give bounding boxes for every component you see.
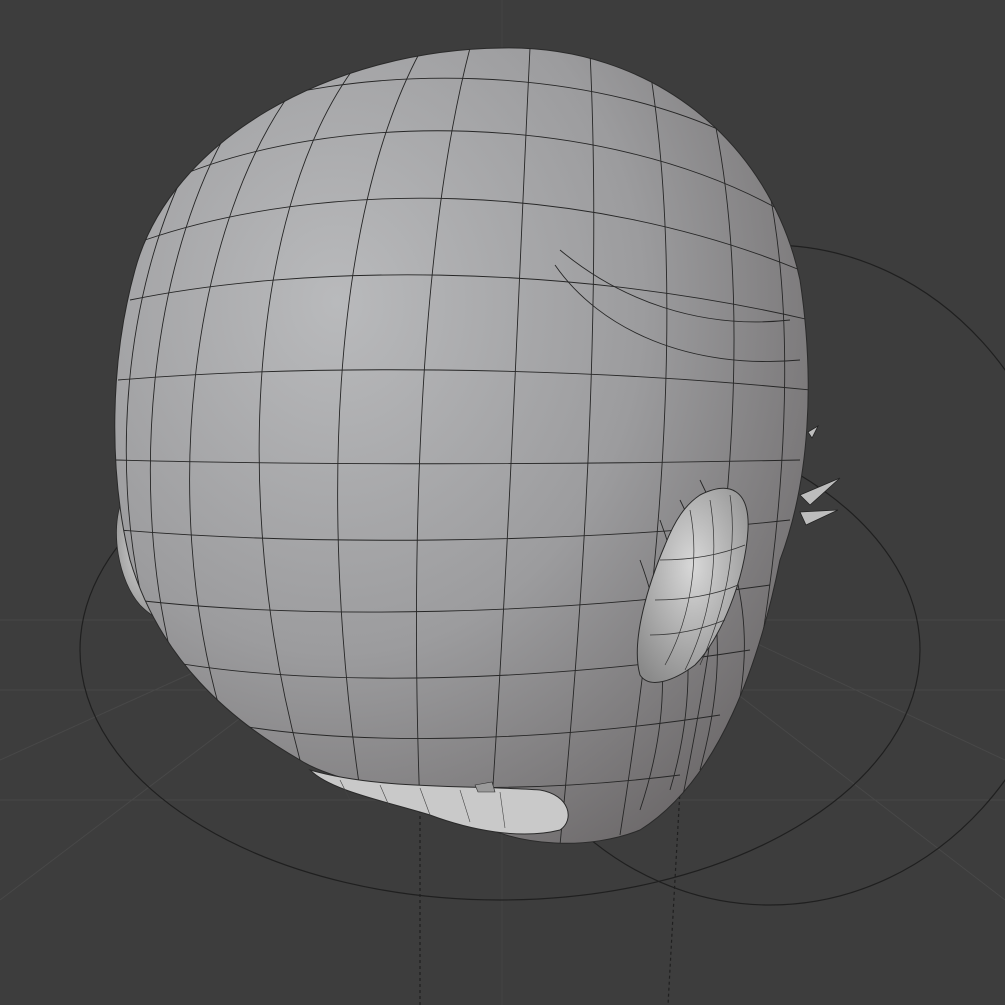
- head-mesh[interactable]: [114, 47, 810, 845]
- 3d-viewport[interactable]: [0, 0, 1005, 1005]
- viewport-canvas[interactable]: [0, 0, 1005, 1005]
